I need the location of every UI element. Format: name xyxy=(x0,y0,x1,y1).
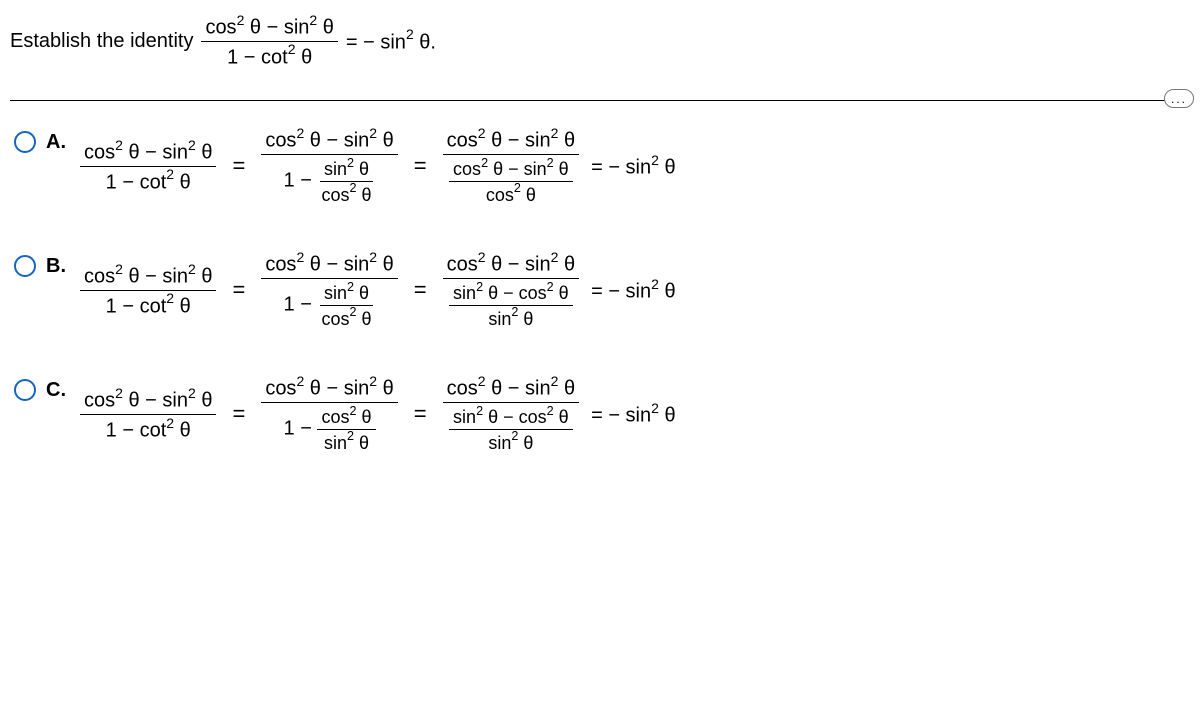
section-divider: ... xyxy=(10,100,1190,101)
equals-sign: = xyxy=(410,401,431,427)
option-a-equation: cos2 θ − sin2 θ 1 − cot2 θ = cos2 θ − si… xyxy=(80,125,676,207)
prompt-lhs-fraction: cos2 θ − sin2 θ 1 − cot2 θ xyxy=(201,12,337,70)
radio-b[interactable] xyxy=(14,255,36,277)
opt-a-rhs: = − sin2 θ xyxy=(591,153,676,180)
more-options-button[interactable]: ... xyxy=(1164,89,1194,108)
opt-b-step3: cos2 θ − sin2 θ sin2 θ − cos2 θ sin2 θ xyxy=(443,249,579,331)
prompt-lhs-num: cos2 θ − sin2 θ xyxy=(201,12,337,42)
option-c-equation: cos2 θ − sin2 θ 1 − cot2 θ = cos2 θ − si… xyxy=(80,373,676,455)
opt-c-step2: cos2 θ − sin2 θ 1 − cos2 θ sin2 θ xyxy=(261,373,397,455)
prompt-lead: Establish the identity xyxy=(10,30,193,53)
opt-a-step2: cos2 θ − sin2 θ 1 − sin2 θ cos2 θ xyxy=(261,125,397,207)
option-c-label: C. xyxy=(46,379,70,402)
equals-sign: = xyxy=(410,277,431,303)
radio-c[interactable] xyxy=(14,379,36,401)
equals-sign: = xyxy=(228,277,249,303)
equals-sign: = xyxy=(410,153,431,179)
prompt-rhs: = − sin2 θ. xyxy=(346,28,436,55)
equals-sign: = xyxy=(228,401,249,427)
opt-c-step1: cos2 θ − sin2 θ 1 − cot2 θ xyxy=(80,385,216,443)
opt-c-step3: cos2 θ − sin2 θ sin2 θ − cos2 θ sin2 θ xyxy=(443,373,579,455)
equals-sign: = xyxy=(228,153,249,179)
option-b[interactable]: B. cos2 θ − sin2 θ 1 − cot2 θ = cos2 θ −… xyxy=(14,249,1190,331)
opt-b-step2: cos2 θ − sin2 θ 1 − sin2 θ cos2 θ xyxy=(261,249,397,331)
option-b-label: B. xyxy=(46,255,70,278)
question-prompt: Establish the identity cos2 θ − sin2 θ 1… xyxy=(10,12,1190,70)
option-b-equation: cos2 θ − sin2 θ 1 − cot2 θ = cos2 θ − si… xyxy=(80,249,676,331)
option-c[interactable]: C. cos2 θ − sin2 θ 1 − cot2 θ = cos2 θ −… xyxy=(14,373,1190,455)
answer-options: A. cos2 θ − sin2 θ 1 − cot2 θ = cos2 θ −… xyxy=(10,125,1190,455)
opt-a-step3: cos2 θ − sin2 θ cos2 θ − sin2 θ cos2 θ xyxy=(443,125,579,207)
option-a[interactable]: A. cos2 θ − sin2 θ 1 − cot2 θ = cos2 θ −… xyxy=(14,125,1190,207)
opt-b-step1: cos2 θ − sin2 θ 1 − cot2 θ xyxy=(80,261,216,319)
opt-c-rhs: = − sin2 θ xyxy=(591,401,676,428)
option-a-label: A. xyxy=(46,131,70,154)
prompt-lhs-den: 1 − cot2 θ xyxy=(223,42,316,71)
opt-b-rhs: = − sin2 θ xyxy=(591,277,676,304)
opt-a-step1: cos2 θ − sin2 θ 1 − cot2 θ xyxy=(80,137,216,195)
radio-a[interactable] xyxy=(14,131,36,153)
